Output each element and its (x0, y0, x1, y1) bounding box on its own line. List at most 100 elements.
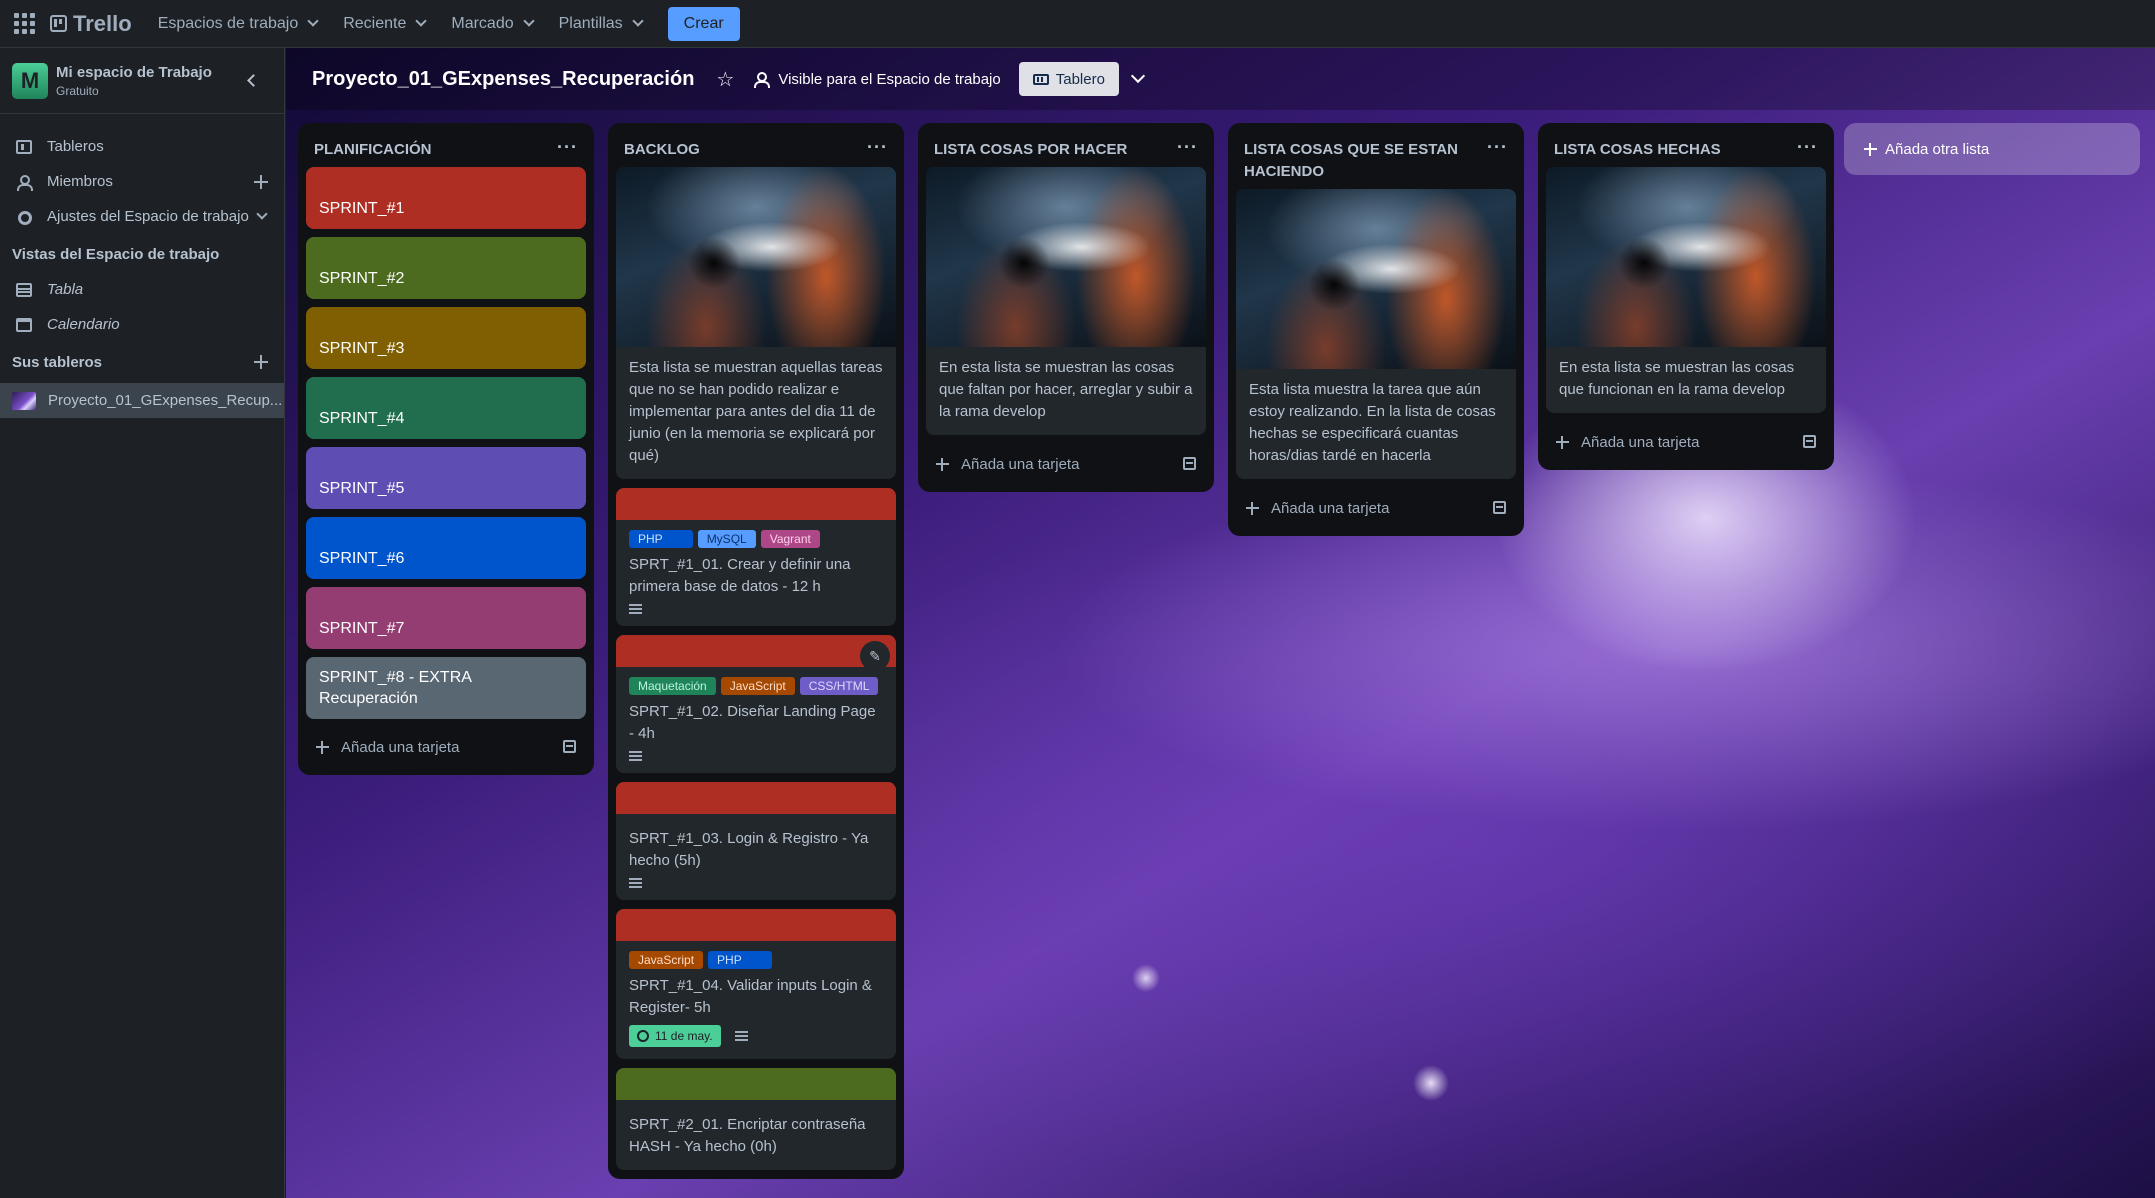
sidebar-item-settings[interactable]: Ajustes del Espacio de trabajo (0, 199, 284, 234)
label-php[interactable]: PHP (708, 951, 772, 969)
list-haciendo: LISTA COSAS QUE SE ESTAN HACIENDO ··· Es… (1228, 123, 1524, 536)
board-view-icon (1032, 73, 1049, 85)
card-cover (616, 782, 896, 814)
list-header: LISTA COSAS HECHAS ··· (1546, 123, 1826, 167)
card-title: SPRT_#1_04. Validar inputs Login & Regis… (629, 977, 872, 1016)
label-css-html[interactable]: CSS/HTML (799, 677, 879, 695)
card-cover (616, 488, 896, 520)
list-item[interactable]: SPRINT_#6 (306, 517, 586, 579)
board-canvas: Proyecto_01_GExpenses_Recuperación ☆ Vis… (286, 48, 2155, 1198)
card-template-icon[interactable] (1493, 501, 1506, 514)
list-item[interactable]: SPRINT_#4 (306, 377, 586, 439)
calendar-icon (16, 317, 32, 332)
sidebar: M Mi espacio de Trabajo Gratuito Tablero… (0, 48, 285, 1198)
list-title[interactable]: BACKLOG (624, 139, 700, 161)
nav-templates[interactable]: Plantillas (559, 15, 644, 33)
add-member-icon[interactable] (254, 174, 268, 189)
more-options-icon[interactable]: ··· (867, 138, 888, 156)
card-template-icon[interactable] (1183, 457, 1196, 470)
workspace-name: Mi espacio de Trabajo (56, 63, 212, 81)
sidebar-item-boards[interactable]: Tableros (0, 129, 284, 164)
add-card-button[interactable]: Añada una tarjeta (926, 444, 1206, 484)
add-card-button[interactable]: Añada una tarjeta (1546, 422, 1826, 462)
more-options-icon[interactable]: ··· (1487, 138, 1508, 156)
list-item[interactable]: SPRINT_#3 (306, 307, 586, 369)
nav-workspaces[interactable]: Espacios de trabajo (157, 14, 319, 33)
sidebar-item-label: Ajustes del Espacio de trabajo (47, 208, 249, 225)
list-item[interactable]: SPRT_#1_03. Login & Registro - Ya hecho … (616, 782, 896, 900)
add-list-button[interactable]: Añada otra lista (1844, 123, 2140, 175)
chevron-down-icon[interactable] (256, 208, 268, 220)
list-title[interactable]: LISTA COSAS HECHAS (1554, 139, 1721, 161)
trello-logo[interactable]: Trello (50, 11, 132, 37)
chevron-down-icon (631, 15, 644, 27)
visibility-button[interactable]: Visible para el Espacio de trabajo (754, 70, 1001, 88)
card-template-icon[interactable] (1803, 435, 1816, 448)
list-item[interactable]: SPRINT_#2 (306, 237, 586, 299)
sidebar-board-item[interactable]: Proyecto_01_GExpenses_Recup... (0, 383, 284, 418)
label-mysql[interactable]: MySQL (697, 530, 756, 548)
board-header: Proyecto_01_GExpenses_Recuperación ☆ Vis… (286, 48, 2155, 110)
list-title[interactable]: LISTA COSAS QUE SE ESTAN HACIENDO (1244, 139, 1474, 183)
list-item[interactable]: En esta lista se muestran las cosas que … (1546, 167, 1826, 413)
card-badges (616, 751, 896, 773)
clock-icon (637, 1030, 649, 1042)
list-item[interactable]: SPRINT_#7 (306, 587, 586, 649)
your-boards-label: Sus tableros (12, 354, 103, 371)
add-list-label: Añada otra lista (1885, 140, 1990, 158)
edit-card-icon[interactable]: ✎ (860, 641, 890, 671)
collapse-sidebar-icon[interactable] (247, 74, 260, 87)
card-template-icon[interactable] (563, 740, 576, 753)
card-description: En esta lista se muestran las cosas que … (939, 359, 1193, 420)
more-options-icon[interactable]: ··· (1177, 138, 1198, 156)
list-title[interactable]: PLANIFICACIÓN (314, 139, 432, 161)
nav-starred[interactable]: Marcado (451, 15, 535, 33)
due-date-badge[interactable]: 11 de may. (629, 1025, 721, 1047)
board-view-button[interactable]: Tablero (1018, 62, 1119, 96)
your-boards-heading: Sus tableros (0, 345, 284, 380)
more-options-icon[interactable]: ··· (1797, 138, 1818, 156)
workspace-avatar[interactable]: M (12, 62, 48, 99)
add-card-button[interactable]: Añada una tarjeta (1236, 488, 1516, 528)
plus-icon (1556, 435, 1569, 449)
nav-workspaces-label: Espacios de trabajo (157, 14, 299, 32)
label-vagrant[interactable]: Vagrant (760, 530, 820, 548)
add-card-button[interactable]: Añada una tarjeta (306, 727, 586, 767)
plus-icon (1246, 501, 1259, 515)
chevron-down-icon[interactable] (1130, 68, 1146, 84)
list-title[interactable]: LISTA COSAS POR HACER (934, 139, 1127, 161)
list-item[interactable]: Esta lista se muestran aquellas tareas q… (616, 167, 896, 479)
list-item[interactable]: PHP MySQL Vagrant SPRT_#1_01. Crear y de… (616, 488, 896, 626)
app-switcher-icon[interactable] (14, 12, 36, 35)
list-item[interactable]: JavaScript PHP SPRT_#1_04. Validar input… (616, 909, 896, 1059)
add-board-icon[interactable] (254, 355, 268, 369)
list-item[interactable]: SPRINT_#5 (306, 447, 586, 509)
sidebar-board-label: Proyecto_01_GExpenses_Recup... (48, 392, 283, 409)
list-item[interactable]: Esta lista muestra la tarea que aún esto… (1236, 189, 1516, 479)
visibility-label: Visible para el Espacio de trabajo (778, 70, 1001, 88)
list-item[interactable]: SPRT_#2_01. Encriptar contraseña HASH - … (616, 1068, 896, 1170)
create-button[interactable]: Crear (667, 6, 740, 41)
card-badges (616, 604, 896, 626)
list-item[interactable]: En esta lista se muestran las cosas que … (926, 167, 1206, 435)
label-javascript[interactable]: JavaScript (629, 951, 704, 969)
sidebar-item-calendar-view[interactable]: Calendario (0, 307, 284, 342)
label-javascript[interactable]: JavaScript (720, 677, 795, 695)
label-php[interactable]: PHP (629, 530, 693, 548)
list-header: LISTA COSAS QUE SE ESTAN HACIENDO ··· (1236, 123, 1516, 189)
list-header: PLANIFICACIÓN ··· (306, 123, 586, 167)
board-title[interactable]: Proyecto_01_GExpenses_Recuperación (312, 68, 694, 91)
more-options-icon[interactable]: ··· (557, 138, 578, 156)
list-item[interactable]: ✎ Maquetación JavaScript CSS/HTML SPRT_#… (616, 635, 896, 773)
sidebar-item-members[interactable]: Miembros (0, 164, 284, 199)
label-maquetacion[interactable]: Maquetación (629, 677, 716, 695)
plus-icon (936, 457, 949, 471)
card-cover (616, 1068, 896, 1100)
workspace-views-heading: Vistas del Espacio de trabajo (12, 246, 220, 263)
list-item[interactable]: SPRINT_#1 (306, 167, 586, 229)
nav-recent[interactable]: Reciente (343, 15, 428, 33)
list-planificacion: PLANIFICACIÓN ··· SPRINT_#1 SPRINT_#2 SP… (298, 123, 594, 775)
sidebar-item-table-view[interactable]: Tabla (0, 272, 284, 307)
list-item[interactable]: SPRINT_#8 - EXTRA Recuperación (306, 657, 586, 719)
star-icon[interactable]: ☆ (716, 67, 734, 92)
